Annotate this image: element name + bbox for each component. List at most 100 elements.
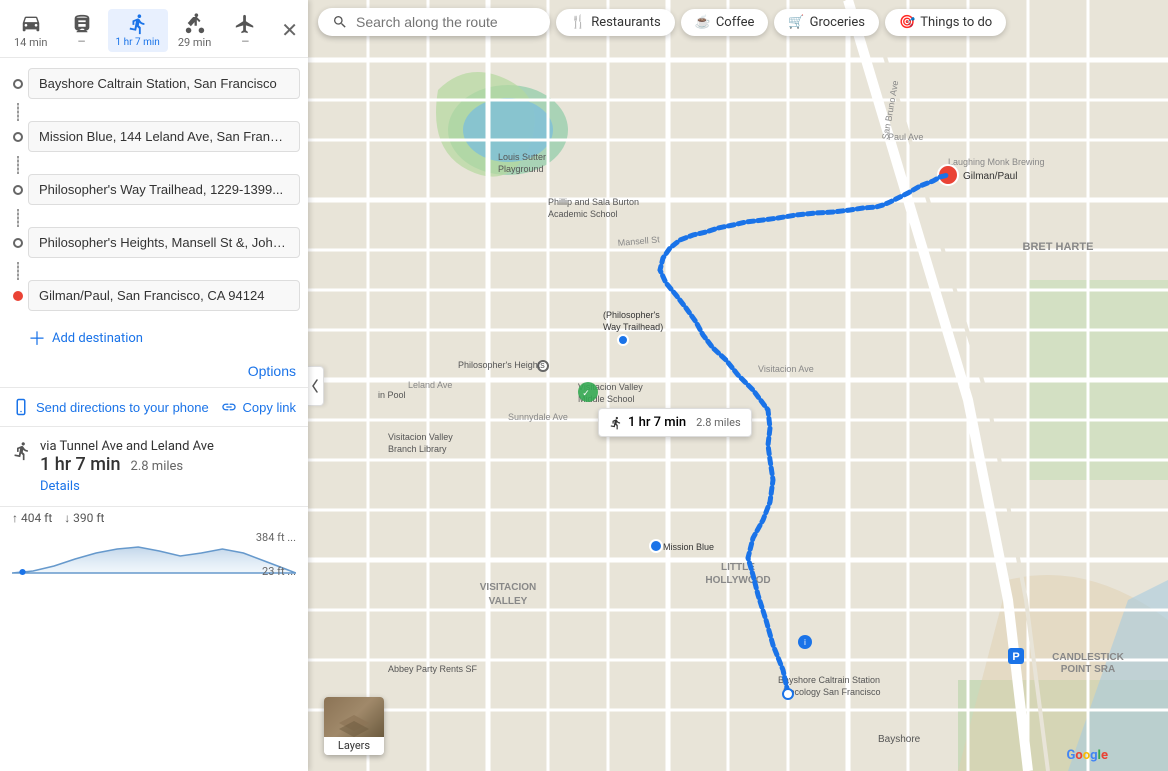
transport-mode-drive[interactable]: 14 min — [6, 8, 56, 53]
waypoint-icon-4 — [8, 238, 28, 248]
details-link[interactable]: Details — [12, 475, 80, 502]
waypoint-icon-2 — [8, 132, 28, 142]
svg-text:Phillip and Sala Burton: Phillip and Sala Burton — [548, 197, 639, 207]
route-time: 1 hr 7 min — [40, 454, 121, 475]
transport-mode-transit[interactable]: — — [58, 9, 106, 52]
waypoints-section — [0, 58, 308, 319]
svg-text:Louis Sutter: Louis Sutter — [498, 152, 546, 162]
layers-button[interactable]: Layers — [324, 697, 384, 755]
svg-text:CANDLESTICK: CANDLESTICK — [1052, 652, 1124, 663]
svg-text:BRET HARTE: BRET HARTE — [1023, 241, 1094, 253]
svg-text:POINT SRA: POINT SRA — [1061, 664, 1115, 675]
svg-text:Academic School: Academic School — [548, 209, 618, 219]
elevation-section: ↑ 404 ft ↓ 390 ft 384 ft ... 23 ft ... — [0, 506, 308, 594]
svg-text:(Philosopher's: (Philosopher's — [603, 310, 660, 320]
filter-restaurants[interactable]: 🍴 Restaurants — [556, 9, 675, 36]
cycle-time: 29 min — [178, 36, 212, 49]
coffee-label: Coffee — [716, 15, 755, 30]
svg-text:Bayshore: Bayshore — [878, 734, 921, 745]
collapse-panel-button[interactable] — [308, 366, 324, 406]
svg-text:i: i — [684, 421, 686, 430]
search-icon — [332, 14, 348, 30]
waypoint-icon-1 — [8, 79, 28, 89]
copy-link-label: Copy link — [243, 400, 296, 415]
left-panel: 14 min — 1 hr 7 min 29 min — ✕ — [0, 0, 308, 771]
send-directions-button[interactable]: Send directions to your phone — [12, 398, 209, 416]
elevation-up: ↑ 404 ft — [12, 511, 52, 525]
elevation-down: ↓ 390 ft — [64, 511, 104, 525]
transport-mode-cycle[interactable]: 29 min — [170, 8, 220, 53]
waypoint-row-4 — [8, 227, 300, 258]
transport-mode-walk[interactable]: 1 hr 7 min — [108, 9, 168, 52]
elevation-min-label: 23 ft ... — [262, 565, 296, 578]
svg-text:in Pool: in Pool — [378, 390, 406, 400]
search-input-wrap — [318, 8, 550, 36]
restaurants-label: Restaurants — [591, 15, 660, 30]
filter-groceries[interactable]: 🛒 Groceries — [774, 9, 879, 36]
options-button[interactable]: Options — [248, 363, 296, 379]
connector-3-4 — [17, 209, 19, 227]
svg-text:Way Trailhead): Way Trailhead) — [603, 322, 663, 332]
svg-text:✓: ✓ — [582, 389, 590, 399]
options-row: Options — [0, 359, 308, 388]
waypoint-dot-1 — [13, 79, 23, 89]
waypoint-dot-3 — [13, 185, 23, 195]
drive-time: 14 min — [14, 36, 48, 49]
waypoint-input-1[interactable] — [28, 68, 300, 99]
add-icon: ＋ — [28, 325, 46, 351]
things-label: Things to do — [920, 15, 992, 30]
svg-text:Recology San Francisco: Recology San Francisco — [783, 687, 881, 697]
filter-things[interactable]: 🎯 Things to do — [885, 9, 1006, 36]
link-icon — [221, 399, 237, 415]
svg-text:Leland Ave: Leland Ave — [408, 380, 452, 390]
svg-text:Playground: Playground — [498, 164, 544, 174]
waypoint-input-3[interactable] — [28, 174, 300, 205]
close-button[interactable]: ✕ — [277, 14, 302, 47]
route-description: via Tunnel Ave and Leland Ave 1 hr 7 min… — [40, 439, 296, 475]
send-directions-label: Send directions to your phone — [36, 400, 209, 415]
walk-time: 1 hr 7 min — [116, 37, 160, 48]
map-background[interactable]: BRET HARTE VISITACION VALLEY LITTLE HOLL… — [308, 0, 1168, 771]
waypoint-icon-5 — [8, 291, 28, 301]
svg-text:Philosopher's Heights: Philosopher's Heights — [458, 360, 545, 370]
connector-1-2 — [17, 103, 19, 121]
waypoint-input-5[interactable] — [28, 280, 300, 311]
svg-text:Visitacion Ave: Visitacion Ave — [758, 364, 814, 374]
connector-2-3 — [17, 156, 19, 174]
elevation-chart: 384 ft ... 23 ft ... — [12, 531, 296, 586]
groceries-label: Groceries — [810, 15, 865, 30]
map-area: BRET HARTE VISITACION VALLEY LITTLE HOLL… — [308, 0, 1168, 771]
waypoint-row-1 — [8, 68, 300, 99]
waypoint-input-4[interactable] — [28, 227, 300, 258]
svg-text:VALLEY: VALLEY — [489, 596, 528, 607]
layers-thumb-img — [339, 715, 369, 737]
svg-text:Paul Ave: Paul Ave — [888, 132, 923, 142]
svg-text:i: i — [804, 638, 806, 647]
flight-time: — — [241, 37, 249, 48]
search-input[interactable] — [356, 14, 536, 30]
transport-mode-bar: 14 min — 1 hr 7 min 29 min — ✕ — [0, 0, 308, 58]
filter-coffee[interactable]: ☕ Coffee — [681, 9, 769, 36]
connector-4-5 — [17, 262, 19, 280]
google-logo: Google — [1067, 748, 1108, 763]
action-row: Send directions to your phone Copy link — [0, 388, 308, 427]
elevation-svg — [12, 531, 296, 576]
route-info: via Tunnel Ave and Leland Ave 1 hr 7 min… — [0, 427, 308, 506]
map-search-bar: 🍴 Restaurants ☕ Coffee 🛒 Groceries 🎯 Thi… — [318, 8, 1158, 36]
svg-text:Bayshore Caltrain Station: Bayshore Caltrain Station — [778, 675, 880, 685]
phone-icon — [12, 398, 30, 416]
elevation-max-label: 384 ft ... — [256, 531, 296, 544]
add-destination[interactable]: ＋ Add destination — [0, 319, 308, 359]
waypoint-dot-4 — [13, 238, 23, 248]
layers-thumbnail — [324, 697, 384, 737]
transit-time: — — [78, 37, 86, 48]
restaurants-icon: 🍴 — [570, 15, 586, 30]
copy-link-button[interactable]: Copy link — [221, 399, 296, 415]
groceries-icon: 🛒 — [788, 15, 804, 30]
svg-text:Gilman/Paul: Gilman/Paul — [963, 171, 1017, 182]
transport-mode-flight[interactable]: — — [221, 9, 269, 52]
waypoint-input-2[interactable] — [28, 121, 300, 152]
svg-text:Mission Blue: Mission Blue — [663, 542, 714, 552]
layers-label: Layers — [324, 737, 384, 755]
svg-text:Sunnydale Ave: Sunnydale Ave — [508, 412, 568, 422]
